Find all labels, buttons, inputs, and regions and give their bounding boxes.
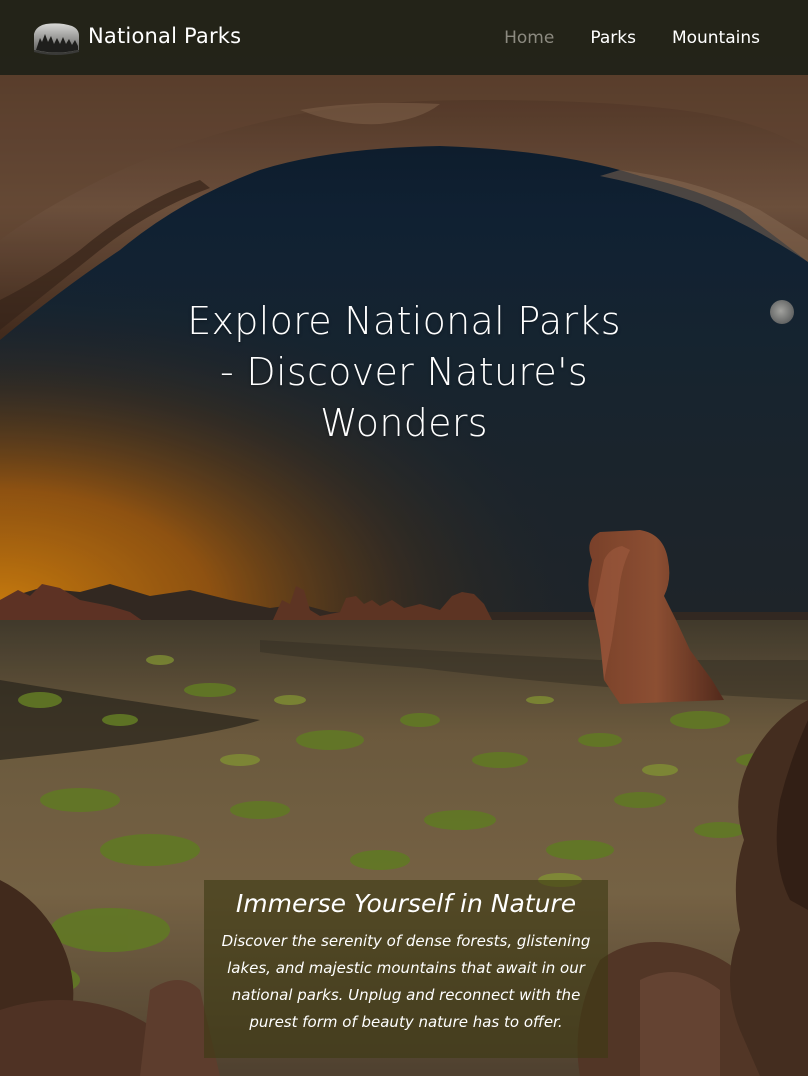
hero-title-line-3: Wonders bbox=[320, 401, 488, 445]
nav-links: Home Parks Mountains bbox=[504, 28, 760, 48]
hero-title: Explore National Parks - Discover Nature… bbox=[154, 296, 654, 449]
brand-link[interactable]: National Parks bbox=[32, 20, 241, 56]
nav-link-parks[interactable]: Parks bbox=[590, 28, 636, 48]
page: National Parks Home Parks Mountains Expl… bbox=[0, 0, 808, 1076]
brand-name: National Parks bbox=[88, 23, 242, 48]
nav-link-home[interactable]: Home bbox=[504, 28, 554, 48]
nav-link-mountains[interactable]: Mountains bbox=[672, 28, 760, 48]
info-text: Discover the serenity of dense forests, … bbox=[221, 932, 591, 1031]
hero-title-line-1: Explore National Parks bbox=[187, 299, 621, 343]
info-box: Immerse Yourself in Nature Discover the … bbox=[204, 880, 608, 1058]
info-heading: Immerse Yourself in Nature bbox=[235, 889, 577, 918]
navbar: National Parks Home Parks Mountains bbox=[0, 0, 808, 75]
mountain-forest-logo-icon bbox=[34, 22, 79, 55]
hero-title-line-2: - Discover Nature's bbox=[220, 350, 588, 394]
